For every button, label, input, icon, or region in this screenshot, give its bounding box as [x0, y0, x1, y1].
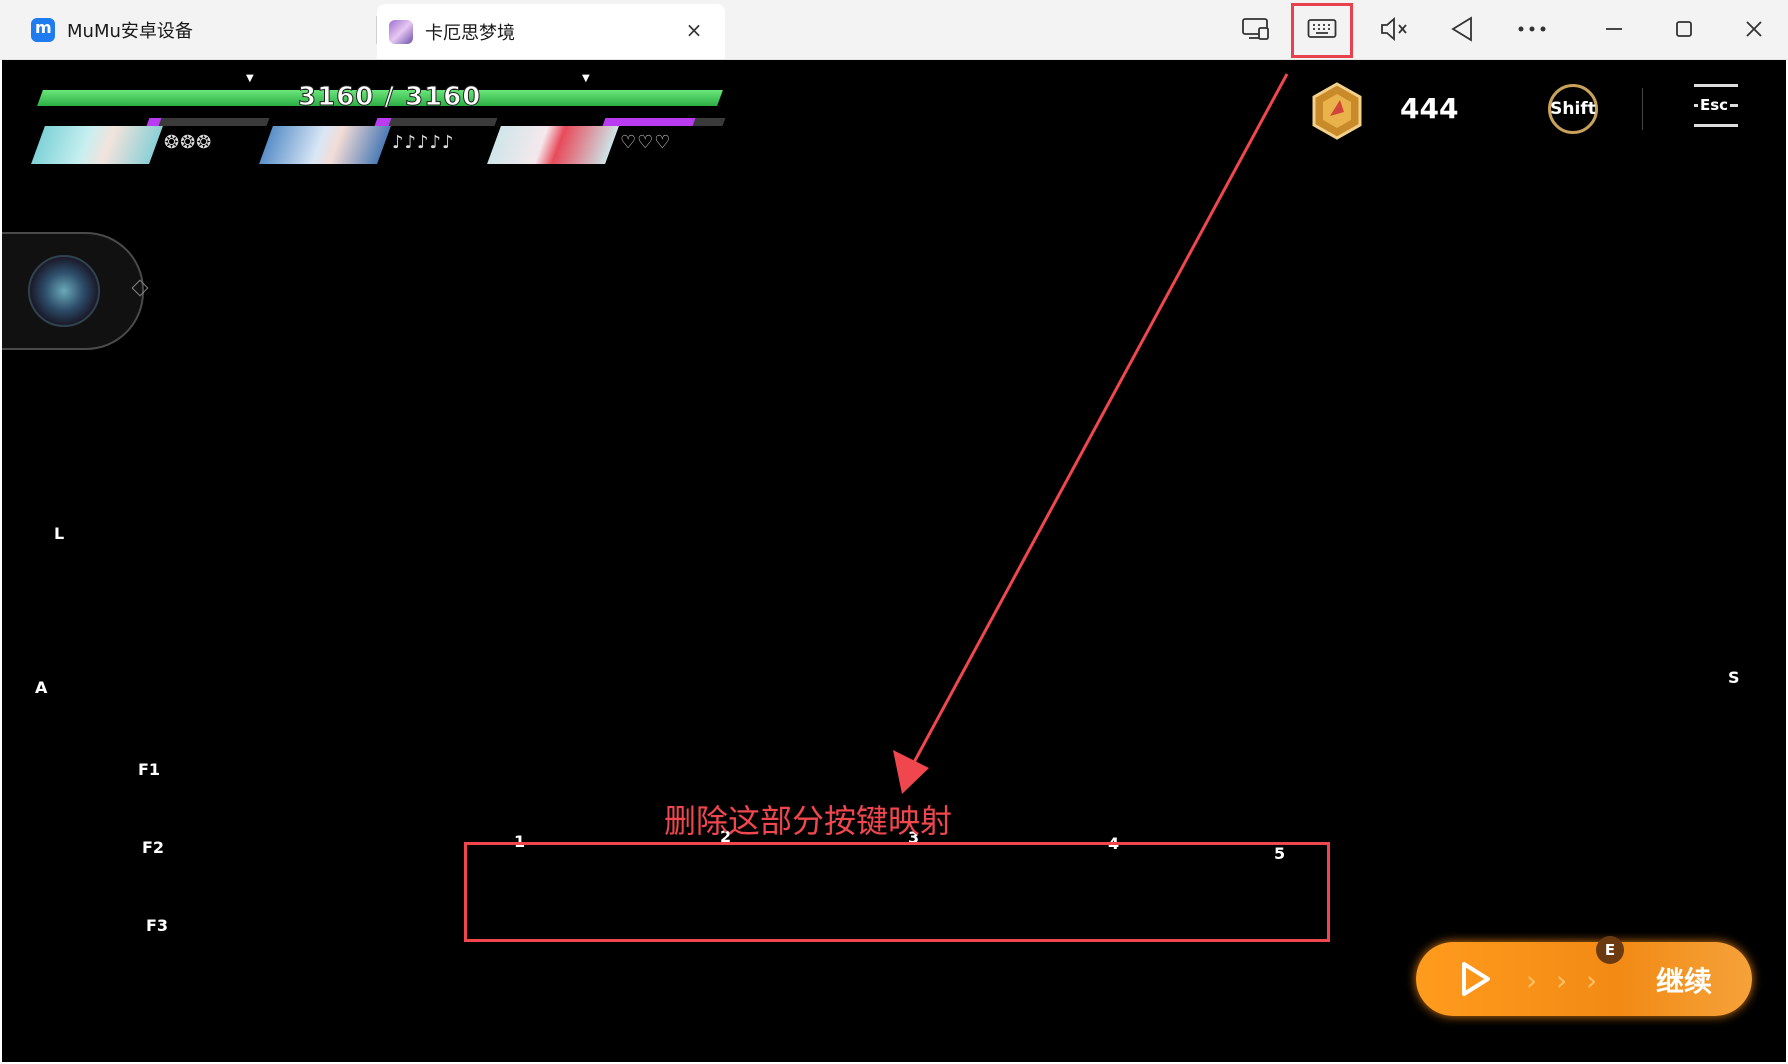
minimize-icon — [1606, 28, 1622, 30]
back-icon — [1451, 16, 1472, 42]
back-button[interactable] — [1434, 4, 1490, 54]
tab-mumu-device[interactable]: MuMu安卓设备 — [0, 0, 376, 59]
tab-game[interactable]: 卡厄思梦境 × — [377, 4, 725, 59]
more-button[interactable] — [1504, 4, 1560, 54]
screen-mirror-button[interactable] — [1228, 4, 1284, 54]
tab-label: MuMu安卓设备 — [67, 20, 193, 42]
continue-key-label: E — [1596, 936, 1624, 964]
game-logo-icon — [389, 19, 413, 44]
continue-label: 继续 — [1656, 965, 1713, 998]
chevron-icon: › — [1526, 964, 1538, 997]
game-screen[interactable]: ▼ ▼ 3160 / 3160 ❂❂❂ ♪♪♪♪♪ ♡♡♡ 444 Shift … — [2, 60, 1786, 1062]
tab-close-button[interactable]: × — [681, 17, 707, 43]
chevron-icon: › — [1586, 964, 1598, 997]
window-titlebar: MuMu安卓设备 卡厄思梦境 × — [0, 0, 1788, 60]
close-icon — [1746, 21, 1762, 37]
minimize-button[interactable] — [1586, 4, 1642, 54]
continue-button[interactable]: › › › E 继续 — [1416, 936, 1752, 1016]
more-icon — [1518, 26, 1546, 32]
play-icon — [1462, 962, 1490, 996]
mute-icon — [1381, 17, 1407, 41]
tab-label: 卡厄思梦境 — [425, 22, 515, 44]
screen-mirror-icon — [1242, 18, 1269, 40]
chevron-icon: › — [1556, 964, 1568, 997]
maximize-button[interactable] — [1656, 4, 1712, 54]
mute-button[interactable] — [1366, 4, 1422, 54]
mumu-logo-icon — [31, 17, 55, 42]
keyboard-highlight-box — [1291, 3, 1353, 58]
close-button[interactable] — [1726, 4, 1782, 54]
annotation-arrow — [893, 73, 1289, 794]
maximize-icon — [1676, 21, 1692, 37]
